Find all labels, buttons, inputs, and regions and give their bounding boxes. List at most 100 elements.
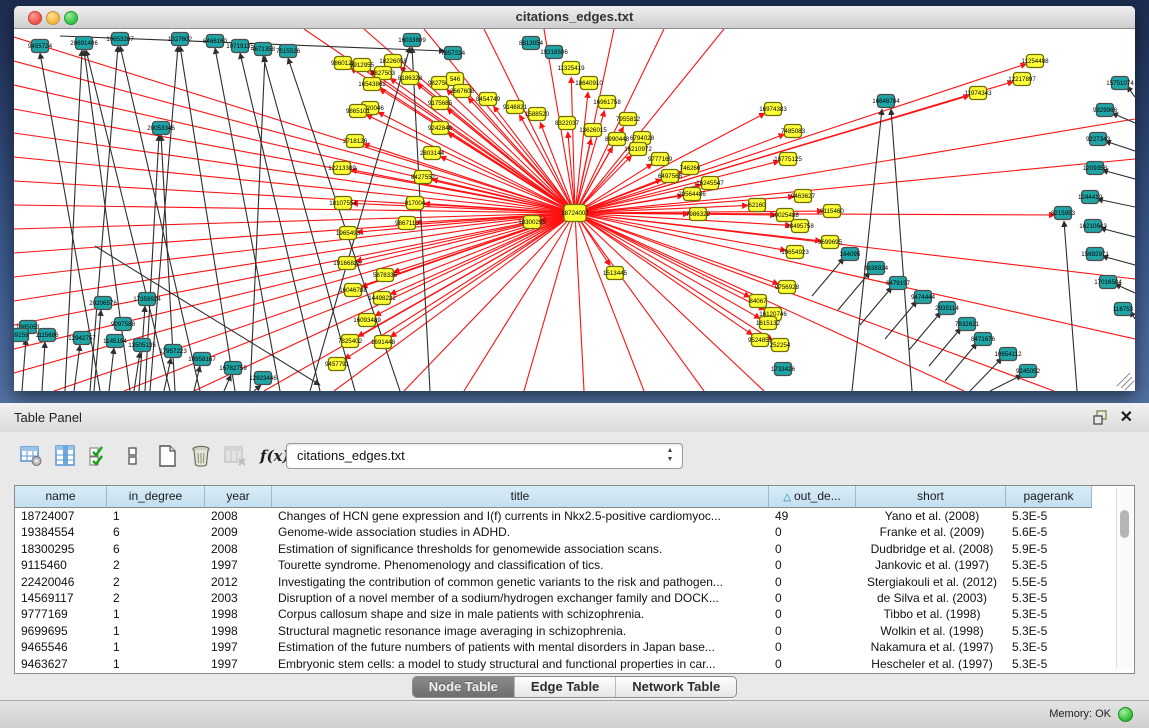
- network-node[interactable]: 19166828: [333, 257, 361, 270]
- table-row[interactable]: 1830029562008Estimation of significance …: [15, 541, 1092, 557]
- network-node[interactable]: 10653287: [106, 33, 134, 46]
- network-edge-red[interactable]: [575, 92, 588, 213]
- column-header-pagerank[interactable]: pagerank: [1006, 486, 1092, 508]
- table-row[interactable]: 1456911722003Disruption of a novel membe…: [15, 590, 1092, 606]
- network-edge-red[interactable]: [575, 213, 765, 310]
- network-edge-red[interactable]: [575, 213, 750, 297]
- network-node[interactable]: 546: [447, 73, 464, 86]
- table-scrollbar[interactable]: [1116, 488, 1132, 669]
- network-edge-red[interactable]: [575, 159, 1135, 213]
- column-header-title[interactable]: title: [272, 486, 769, 508]
- network-node[interactable]: 15692971: [1081, 248, 1109, 261]
- network-node[interactable]: 6466160: [203, 35, 228, 48]
- network-node[interactable]: 8454749: [476, 93, 501, 106]
- network-node[interactable]: 1965493: [336, 227, 361, 240]
- network-node[interactable]: 8186328: [398, 72, 423, 85]
- table-row[interactable]: 1872400712008Changes of HCN gene express…: [15, 508, 1092, 524]
- network-node[interactable]: 1115686: [35, 329, 59, 342]
- network-node[interactable]: 1244419: [1078, 191, 1103, 204]
- network-node[interactable]: 39159: [14, 329, 29, 342]
- network-edge-red[interactable]: [1121, 377, 1132, 388]
- network-edge-red[interactable]: [575, 139, 591, 213]
- network-node[interactable]: 1588520: [525, 108, 550, 121]
- network-edge-black[interactable]: [1097, 199, 1135, 207]
- network-node[interactable]: 1513445: [603, 267, 628, 280]
- network-node[interactable]: 19654923: [781, 246, 809, 259]
- network-node[interactable]: 9329966: [1093, 104, 1118, 117]
- network-edge-black[interactable]: [945, 343, 977, 381]
- network-node[interactable]: 1145194: [103, 335, 127, 348]
- network-edge-black[interactable]: [970, 358, 1002, 391]
- network-node[interactable]: 5878335: [373, 269, 398, 282]
- network-node[interactable]: 9474444: [911, 291, 936, 304]
- network-edge-red[interactable]: [575, 213, 704, 391]
- network-node[interactable]: 9242848: [428, 122, 453, 135]
- table-row[interactable]: 2242004622012Investigating the contribut…: [15, 574, 1092, 590]
- column-header-in-degree[interactable]: in_degree: [107, 486, 205, 508]
- network-node[interactable]: 11325419: [557, 62, 585, 75]
- network-node[interactable]: 252254: [770, 339, 791, 352]
- network-node[interactable]: 8813054: [519, 37, 544, 50]
- network-edge-black[interactable]: [909, 312, 941, 350]
- network-edge-black[interactable]: [838, 272, 870, 310]
- network-node[interactable]: 1691448: [371, 336, 396, 349]
- table-row[interactable]: 911546021997Tourette syndrome. Phenomeno…: [15, 557, 1092, 573]
- network-node[interactable]: 7955812: [616, 113, 641, 126]
- network-node[interactable]: 16210643: [1079, 220, 1107, 233]
- network-node[interactable]: 9867110: [395, 217, 419, 230]
- network-node[interactable]: 9457791: [325, 358, 350, 371]
- network-edge-black[interactable]: [109, 348, 114, 391]
- network-node[interactable]: 9115460: [820, 205, 844, 218]
- network-node[interactable]: 18640910: [575, 77, 603, 90]
- network-node[interactable]: 8938924: [864, 262, 889, 275]
- network-edge-black[interactable]: [145, 135, 159, 391]
- network-node[interactable]: 18107554: [329, 197, 357, 210]
- network-node[interactable]: 18775125: [774, 153, 802, 166]
- network-node[interactable]: 9699695: [818, 236, 843, 249]
- network-node[interactable]: 16782759: [219, 362, 247, 375]
- network-node[interactable]: 4671358: [251, 43, 276, 56]
- tab-network-table[interactable]: Network Table: [616, 677, 736, 697]
- network-edge-red[interactable]: [575, 213, 584, 391]
- network-node[interactable]: 19218506: [540, 46, 568, 59]
- network-edge-black[interactable]: [254, 385, 261, 391]
- network-node[interactable]: 7932621: [955, 318, 980, 331]
- network-node[interactable]: 84067: [749, 295, 767, 308]
- column-header-name[interactable]: name: [15, 486, 107, 508]
- delete-table-icon[interactable]: [186, 442, 216, 470]
- network-node[interactable]: 15751074: [1106, 77, 1134, 90]
- network-node[interactable]: 917004: [405, 197, 426, 210]
- network-node[interactable]: 1327602: [168, 33, 193, 46]
- table-row[interactable]: 946362711997Embryonic stem cells: a mode…: [15, 656, 1092, 672]
- network-node[interactable]: 6497568: [658, 170, 683, 183]
- network-node[interactable]: 8990448: [605, 133, 630, 146]
- network-node[interactable]: 16033809: [398, 34, 426, 47]
- network-node[interactable]: 8215953: [1051, 207, 1076, 220]
- network-node[interactable]: 9245052: [1016, 365, 1041, 378]
- table-row[interactable]: 977716911998Corpus callosum shape and si…: [15, 606, 1092, 622]
- network-node[interactable]: 746266: [680, 162, 701, 175]
- network-node[interactable]: 8471676: [971, 333, 996, 346]
- close-panel-icon[interactable]: ✕: [1120, 407, 1133, 427]
- network-node[interactable]: 1615132: [756, 317, 781, 330]
- network-window-titlebar[interactable]: citations_edges.txt: [14, 6, 1135, 29]
- network-edge-red[interactable]: [575, 213, 1135, 339]
- network-node[interactable]: 2935114: [935, 302, 959, 315]
- column-header-year[interactable]: year: [205, 486, 272, 508]
- network-edge-black[interactable]: [42, 342, 45, 391]
- network-node[interactable]: 11254408: [1021, 55, 1049, 68]
- network-node[interactable]: 12217897: [1008, 73, 1036, 86]
- network-node[interactable]: 9756928: [775, 281, 800, 294]
- column-header-short[interactable]: short: [856, 486, 1006, 508]
- network-node[interactable]: 9227343: [1086, 133, 1111, 146]
- network-node[interactable]: 116753: [1113, 303, 1134, 316]
- network-node[interactable]: 1733426: [771, 363, 796, 376]
- network-edge-red[interactable]: [14, 213, 575, 277]
- network-node[interactable]: 20206576: [89, 297, 117, 310]
- network-node[interactable]: 9175685: [428, 97, 453, 110]
- network-edge-black[interactable]: [812, 258, 844, 296]
- network-edge-black[interactable]: [860, 287, 892, 325]
- table-row[interactable]: 969969511998Structural magnetic resonanc…: [15, 623, 1092, 639]
- network-node[interactable]: 2718126: [343, 135, 368, 148]
- new-table-icon[interactable]: [152, 442, 182, 470]
